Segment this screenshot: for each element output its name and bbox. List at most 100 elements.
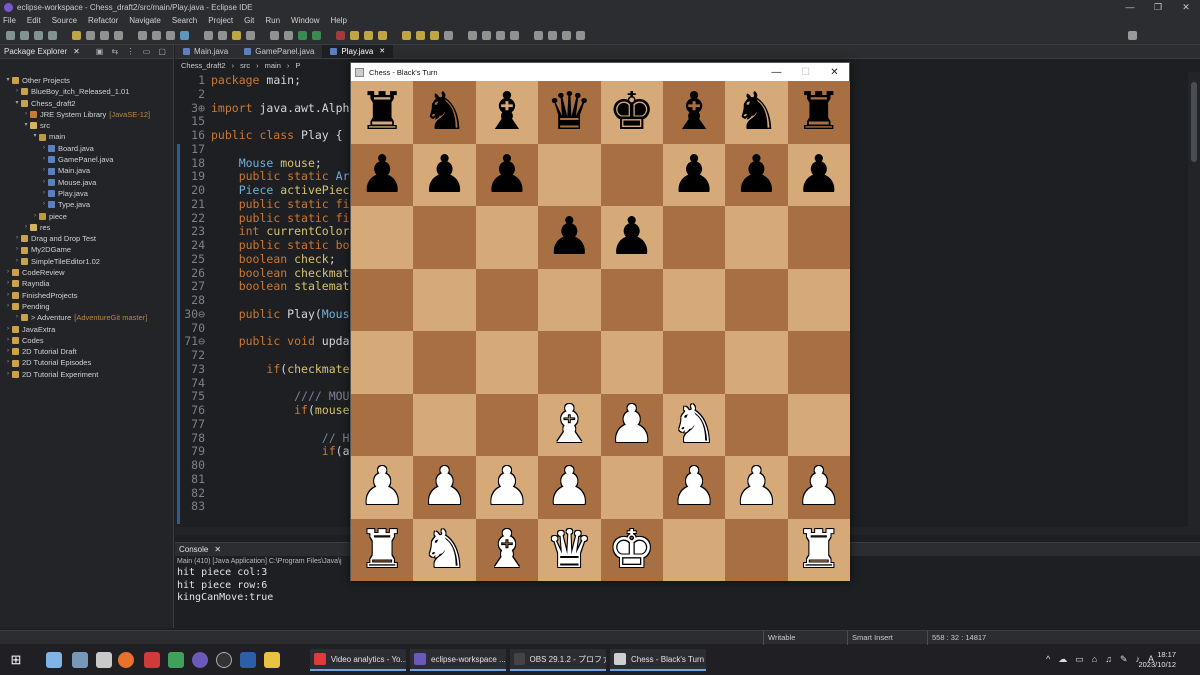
app-icon[interactable] — [240, 652, 256, 668]
board-square[interactable]: ♟ — [475, 143, 539, 206]
board-square[interactable]: ♟ — [725, 456, 788, 519]
tab-main-java[interactable]: Main.java — [175, 45, 236, 58]
tree-item[interactable]: › BlueBoy_itch_Released_1.01 — [0, 86, 173, 97]
toolbar-button-icon[interactable] — [430, 31, 439, 40]
board-square[interactable] — [725, 268, 788, 331]
code-line[interactable]: 23 int currentColor — [175, 224, 349, 239]
black-pawn-icon[interactable]: ♟ — [671, 149, 718, 201]
toolbar-button-icon[interactable] — [180, 31, 189, 40]
code-line[interactable]: 28 — [175, 293, 211, 308]
collapsed-arrow-icon[interactable]: › — [4, 290, 12, 301]
toolbar-button-icon[interactable] — [34, 31, 43, 40]
board-square[interactable] — [413, 268, 476, 331]
toolbar-button-icon[interactable] — [232, 31, 241, 40]
code-line[interactable]: 70 — [175, 321, 211, 336]
expanded-arrow-icon[interactable]: ▾ — [22, 120, 30, 131]
menu-navigate[interactable]: Navigate — [129, 16, 161, 25]
board-square[interactable] — [538, 143, 601, 206]
eclipse-icon[interactable] — [192, 652, 208, 668]
board-square[interactable]: ♟ — [351, 456, 414, 519]
black-pawn-icon[interactable]: ♟ — [546, 211, 593, 263]
board-square[interactable] — [475, 268, 539, 331]
toolbar-button-icon[interactable] — [510, 31, 519, 40]
collapsed-arrow-icon[interactable]: › — [13, 244, 21, 255]
breadcrumb-item[interactable]: Chess_draft2 — [181, 61, 226, 70]
app-icon[interactable] — [96, 652, 112, 668]
code-line[interactable]: 72 — [175, 348, 211, 363]
vivaldi-icon[interactable] — [144, 652, 160, 668]
board-square[interactable] — [662, 518, 726, 581]
board-square[interactable] — [538, 331, 601, 394]
tree-item[interactable]: › piece — [0, 211, 173, 222]
taskbar-app[interactable]: Video analytics - Yo... — [310, 649, 406, 671]
tree-item[interactable]: › Play.java — [0, 188, 173, 199]
board-square[interactable]: ♟ — [538, 456, 601, 519]
collapsed-arrow-icon[interactable]: › — [4, 369, 12, 380]
code-line[interactable]: 18 Mouse mouse; — [175, 156, 322, 171]
board-square[interactable] — [600, 456, 663, 519]
black-rook-icon[interactable]: ♜ — [796, 86, 843, 138]
menu-file[interactable]: File — [3, 16, 16, 25]
black-pawn-icon[interactable]: ♟ — [421, 149, 468, 201]
board-square[interactable]: ♛ — [538, 81, 601, 144]
code-line[interactable]: 77 — [175, 417, 211, 432]
tray-icon[interactable]: ^ — [1046, 654, 1050, 665]
board-square[interactable]: ♜ — [351, 81, 414, 144]
board-square[interactable] — [787, 393, 850, 456]
maximize-button[interactable]: ❐ — [1144, 0, 1172, 14]
tree-item[interactable]: › JRE System Library [JavaSE-12] — [0, 109, 173, 120]
code-line[interactable]: 81 — [175, 472, 211, 487]
board-square[interactable]: ♟ — [662, 143, 726, 206]
menu-git[interactable]: Git — [244, 16, 254, 25]
code-line[interactable]: 21 public static fi — [175, 197, 349, 212]
code-line[interactable]: 76 if(mouse — [175, 403, 349, 418]
firefox-icon[interactable] — [118, 652, 134, 668]
toolbar-button-icon[interactable] — [312, 31, 321, 40]
collapsed-arrow-icon[interactable]: › — [31, 211, 39, 222]
code-line[interactable]: 27 boolean stalemat — [175, 279, 349, 294]
console-tab[interactable]: Console — [179, 545, 208, 554]
board-square[interactable]: ♝ — [475, 81, 539, 144]
board-square[interactable] — [475, 206, 539, 269]
tree-item[interactable]: ▾ src — [0, 120, 173, 131]
code-line[interactable]: 78 // H — [175, 431, 349, 446]
collapsed-arrow-icon[interactable]: › — [4, 346, 12, 357]
toolbar-button-icon[interactable] — [534, 31, 543, 40]
board-square[interactable] — [351, 206, 414, 269]
code-line[interactable]: 16 public class Play { — [175, 128, 342, 143]
code-line[interactable]: 3⊕ import java.awt.Alph — [175, 101, 349, 116]
menu-run[interactable]: Run — [265, 16, 280, 25]
collapsed-arrow-icon[interactable]: › — [40, 199, 48, 210]
toolbar-button-icon[interactable] — [496, 31, 505, 40]
board-square[interactable]: ♟ — [600, 393, 663, 456]
chess-close-button[interactable]: ✕ — [820, 67, 849, 78]
black-king-icon[interactable]: ♚ — [608, 86, 655, 138]
code-line[interactable]: 17 — [175, 142, 211, 157]
collapsed-arrow-icon[interactable]: › — [4, 357, 12, 368]
black-queen-icon[interactable]: ♛ — [546, 86, 593, 138]
white-pawn-icon[interactable]: ♟ — [608, 399, 655, 451]
white-pawn-icon[interactable]: ♟ — [359, 461, 406, 513]
tab-play-java[interactable]: Play.java ✕ — [322, 45, 394, 58]
toolbar-button-icon[interactable] — [350, 31, 359, 40]
board-square[interactable]: ♜ — [351, 518, 414, 581]
tray-icon[interactable]: ✎ — [1120, 654, 1128, 665]
toolbar-button-icon[interactable] — [270, 31, 279, 40]
toolbar-button-icon[interactable] — [576, 31, 585, 40]
board-square[interactable] — [413, 393, 476, 456]
menu-help[interactable]: Help — [331, 16, 347, 25]
collapsed-arrow-icon[interactable]: › — [40, 188, 48, 199]
close-button[interactable]: ✕ — [1172, 0, 1200, 14]
black-pawn-icon[interactable]: ♟ — [484, 149, 531, 201]
code-line[interactable]: 2 — [175, 87, 211, 102]
collapsed-arrow-icon[interactable]: › — [40, 143, 48, 154]
collapsed-arrow-icon[interactable]: › — [13, 233, 21, 244]
code-line[interactable]: 80 — [175, 458, 211, 473]
board-square[interactable]: ♟ — [787, 456, 850, 519]
collapsed-arrow-icon[interactable]: › — [13, 256, 21, 267]
system-tray[interactable]: ^ ☁ ▭ ⌂ ♫ ✎ ♪ A — [1038, 654, 1154, 665]
toolbar-button-icon[interactable] — [138, 31, 147, 40]
white-rook-icon[interactable]: ♜ — [359, 524, 406, 576]
collapsed-arrow-icon[interactable]: › — [13, 312, 21, 323]
tree-item[interactable]: ▾ Chess_draft2 — [0, 98, 173, 109]
